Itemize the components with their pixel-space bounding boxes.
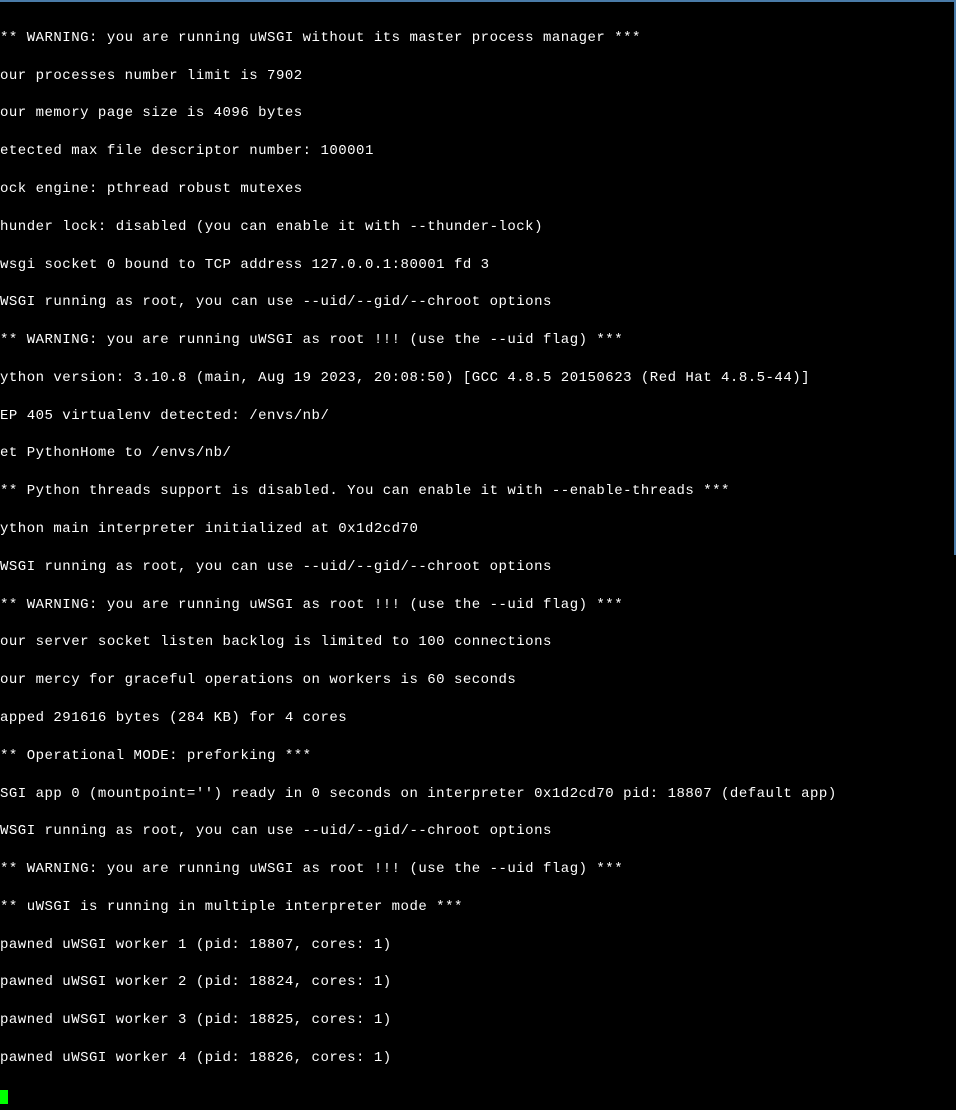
log-line: WSGI running as root, you can use --uid/… <box>0 822 954 841</box>
log-line: ** uWSGI is running in multiple interpre… <box>0 898 954 917</box>
terminal-output: ** WARNING: you are running uWSGI withou… <box>0 10 954 1110</box>
log-line: etected max file descriptor number: 1000… <box>0 142 954 161</box>
log-line: ** Python threads support is disabled. Y… <box>0 482 954 501</box>
log-line: ** WARNING: you are running uWSGI withou… <box>0 29 954 48</box>
log-line: pawned uWSGI worker 1 (pid: 18807, cores… <box>0 936 954 955</box>
log-line: apped 291616 bytes (284 KB) for 4 cores <box>0 709 954 728</box>
log-line: ** WARNING: you are running uWSGI as roo… <box>0 596 954 615</box>
cursor-icon <box>0 1090 8 1104</box>
log-line: pawned uWSGI worker 3 (pid: 18825, cores… <box>0 1011 954 1030</box>
log-line: pawned uWSGI worker 4 (pid: 18826, cores… <box>0 1049 954 1068</box>
log-line: hunder lock: disabled (you can enable it… <box>0 218 954 237</box>
log-line: our processes number limit is 7902 <box>0 67 954 86</box>
log-line: ** WARNING: you are running uWSGI as roo… <box>0 331 954 350</box>
log-line: SGI app 0 (mountpoint='') ready in 0 sec… <box>0 785 954 804</box>
log-line: ** Operational MODE: preforking *** <box>0 747 954 766</box>
log-line: pawned uWSGI worker 2 (pid: 18824, cores… <box>0 973 954 992</box>
log-line: et PythonHome to /envs/nb/ <box>0 444 954 463</box>
log-line: EP 405 virtualenv detected: /envs/nb/ <box>0 407 954 426</box>
log-line: our server socket listen backlog is limi… <box>0 633 954 652</box>
log-line: ock engine: pthread robust mutexes <box>0 180 954 199</box>
prompt-line[interactable] <box>0 1087 954 1106</box>
log-line: ** WARNING: you are running uWSGI as roo… <box>0 860 954 879</box>
log-line: WSGI running as root, you can use --uid/… <box>0 558 954 577</box>
log-line: ython main interpreter initialized at 0x… <box>0 520 954 539</box>
log-line: WSGI running as root, you can use --uid/… <box>0 293 954 312</box>
log-line: ython version: 3.10.8 (main, Aug 19 2023… <box>0 369 954 388</box>
log-line: wsgi socket 0 bound to TCP address 127.0… <box>0 256 954 275</box>
log-line: our mercy for graceful operations on wor… <box>0 671 954 690</box>
log-line: our memory page size is 4096 bytes <box>0 104 954 123</box>
